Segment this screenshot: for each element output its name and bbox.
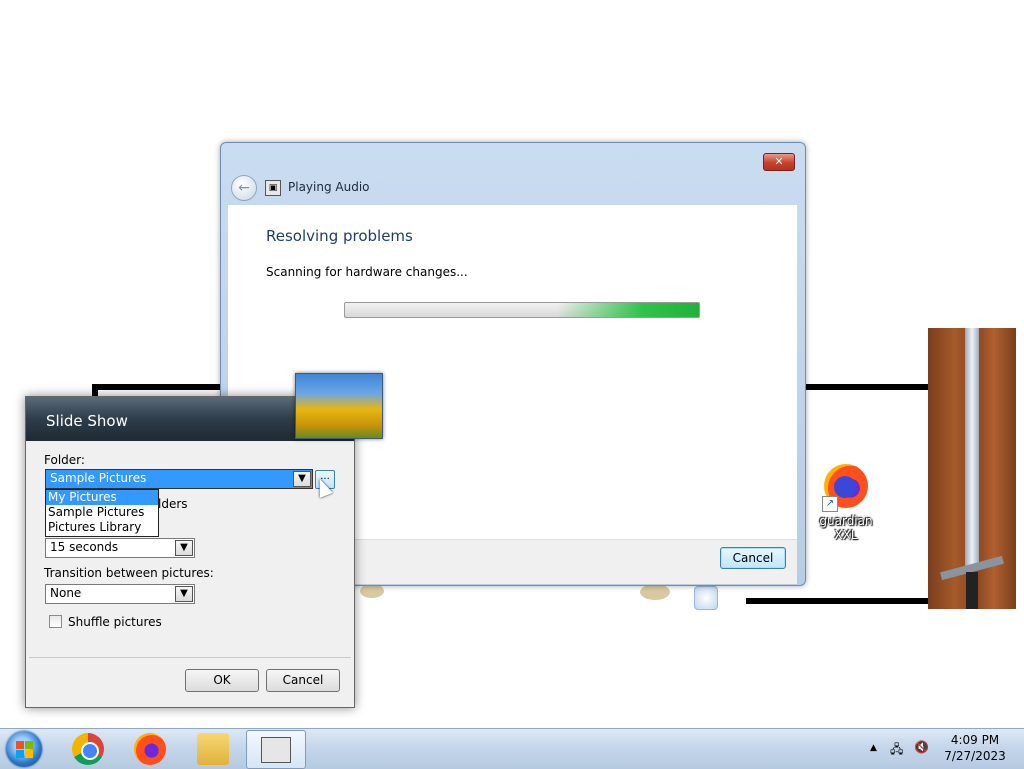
cancel-button[interactable]: Cancel [266, 669, 340, 692]
progress-fill [557, 303, 699, 317]
start-button[interactable] [6, 731, 42, 767]
taskbar-clock[interactable]: 4:09 PM 7/27/2023 [940, 732, 1010, 764]
chevron-down-icon[interactable]: ▼ [175, 540, 193, 556]
close-icon: ✕ [774, 155, 784, 168]
progress-bar [344, 302, 700, 318]
back-button[interactable]: ← [231, 175, 257, 201]
dialog-title: Slide Show [46, 412, 128, 430]
speaker-icon: ▣ [265, 180, 281, 196]
recycle-bin-icon[interactable] [694, 586, 718, 610]
firefox-icon[interactable] [134, 733, 166, 765]
page-heading: Resolving problems [266, 227, 413, 245]
divider [29, 657, 351, 658]
chrome-icon[interactable] [72, 733, 104, 765]
folder-option[interactable]: Sample Pictures [46, 505, 158, 520]
transition-label: Transition between pictures: [44, 566, 214, 580]
folder-label: Folder: [44, 453, 85, 467]
close-button[interactable]: ✕ [763, 153, 795, 171]
ok-button[interactable]: OK [185, 669, 259, 692]
cancel-button[interactable]: Cancel [720, 547, 786, 569]
tulips-thumbnail [295, 373, 383, 439]
troubleshooter-app-icon [261, 737, 291, 763]
network-icon[interactable]: 🖧 [890, 740, 903, 761]
folder-select-value: Sample Pictures [50, 471, 147, 485]
chevron-down-icon[interactable]: ▼ [293, 471, 311, 487]
volume-muted-icon[interactable]: 🔇 [914, 740, 929, 754]
folder-option[interactable]: Pictures Library [46, 520, 158, 535]
shuffle-checkbox[interactable] [49, 615, 62, 628]
transition-select[interactable]: None ▼ [45, 584, 195, 604]
desktop-icon-label: guardian XXL [819, 514, 873, 542]
taskbar: ▲ 🖧 🔇 4:09 PM 7/27/2023 [0, 728, 1024, 769]
clock-date: 7/27/2023 [944, 749, 1006, 763]
shortcut-arrow-icon: ↗ [822, 496, 838, 512]
slideshow-dialog: Slide Show Folder: Sample Pictures ▼ ...… [25, 373, 383, 708]
clock-time: 4:09 PM [950, 733, 1000, 747]
status-text: Scanning for hardware changes... [266, 265, 468, 279]
show-hidden-icons-arrow[interactable]: ▲ [870, 743, 877, 753]
window-title: Playing Audio [288, 180, 370, 194]
sword-image [928, 328, 1016, 609]
subfolders-label-fragment: lders [158, 497, 188, 511]
file-explorer-icon[interactable] [197, 733, 229, 765]
back-arrow-icon: ← [238, 180, 250, 196]
interval-select-value: 15 seconds [50, 540, 119, 554]
interval-select[interactable]: 15 seconds ▼ [45, 538, 195, 558]
chevron-down-icon[interactable]: ▼ [175, 586, 193, 602]
taskbar-troubleshooter-button[interactable] [246, 730, 306, 769]
transition-select-value: None [50, 586, 82, 600]
folder-dropdown-list: My Pictures Sample Pictures Pictures Lib… [45, 489, 159, 537]
peek-decoration [360, 584, 384, 598]
shuffle-label: Shuffle pictures [68, 615, 162, 629]
folder-option[interactable]: My Pictures [46, 490, 158, 505]
peek-decoration [640, 584, 670, 600]
folder-select[interactable]: Sample Pictures ▼ [45, 469, 313, 489]
